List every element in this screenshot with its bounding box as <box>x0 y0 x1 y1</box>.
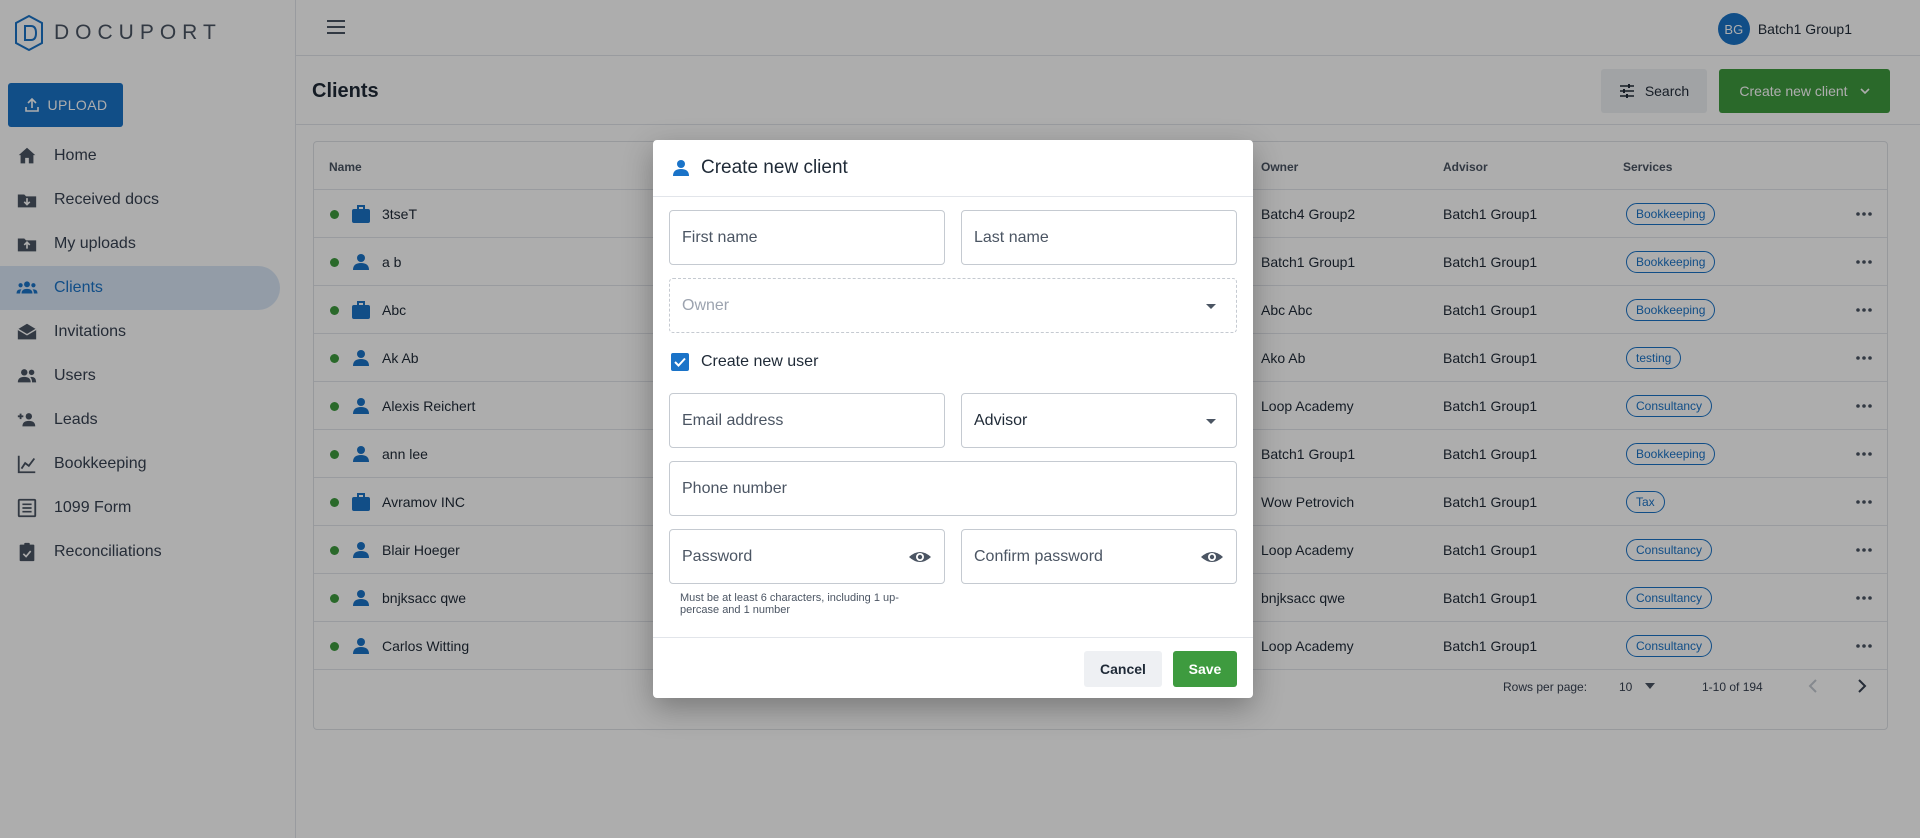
dialog-title: Create new client <box>701 157 848 178</box>
dialog-footer: Cancel Save <box>653 637 1253 698</box>
confirm-password-placeholder: Confirm password <box>974 548 1103 565</box>
last-name-field[interactable]: Last name <box>961 210 1237 265</box>
create-new-user-label: Create new user <box>701 353 819 370</box>
advisor-select[interactable]: Advisor <box>961 393 1237 448</box>
create-client-dialog: Create new client First name Last name O… <box>653 140 1253 698</box>
phone-field[interactable]: Phone number <box>669 461 1237 516</box>
password-hint: Must be at least 6 characters, including… <box>680 592 940 616</box>
dialog-header: Create new client <box>653 140 1253 197</box>
confirm-password-field[interactable]: Confirm password <box>961 529 1237 584</box>
owner-select[interactable]: Owner <box>669 278 1237 333</box>
password-field[interactable]: Password <box>669 529 945 584</box>
password-hint-line: Must be at least 6 characters, including… <box>680 592 899 604</box>
person-icon <box>673 160 689 176</box>
email-field[interactable]: Email address <box>669 393 945 448</box>
advisor-placeholder: Advisor <box>974 412 1028 429</box>
email-placeholder: Email address <box>682 412 784 429</box>
cancel-button[interactable]: Cancel <box>1084 651 1162 687</box>
phone-placeholder: Phone number <box>682 480 787 497</box>
first-name-placeholder: First name <box>682 229 758 246</box>
caret-down-icon <box>1206 304 1216 309</box>
password-hint-line: percase and 1 number <box>680 604 791 616</box>
caret-down-icon <box>1206 419 1216 424</box>
eye-icon[interactable] <box>908 547 932 567</box>
last-name-placeholder: Last name <box>974 229 1049 246</box>
first-name-field[interactable]: First name <box>669 210 945 265</box>
password-placeholder: Password <box>682 548 753 565</box>
create-new-user-checkbox[interactable]: Create new user <box>671 353 818 371</box>
checkbox-checked-icon[interactable] <box>671 353 689 371</box>
save-button[interactable]: Save <box>1173 651 1237 687</box>
eye-icon[interactable] <box>1200 547 1224 567</box>
owner-placeholder: Owner <box>682 297 730 314</box>
